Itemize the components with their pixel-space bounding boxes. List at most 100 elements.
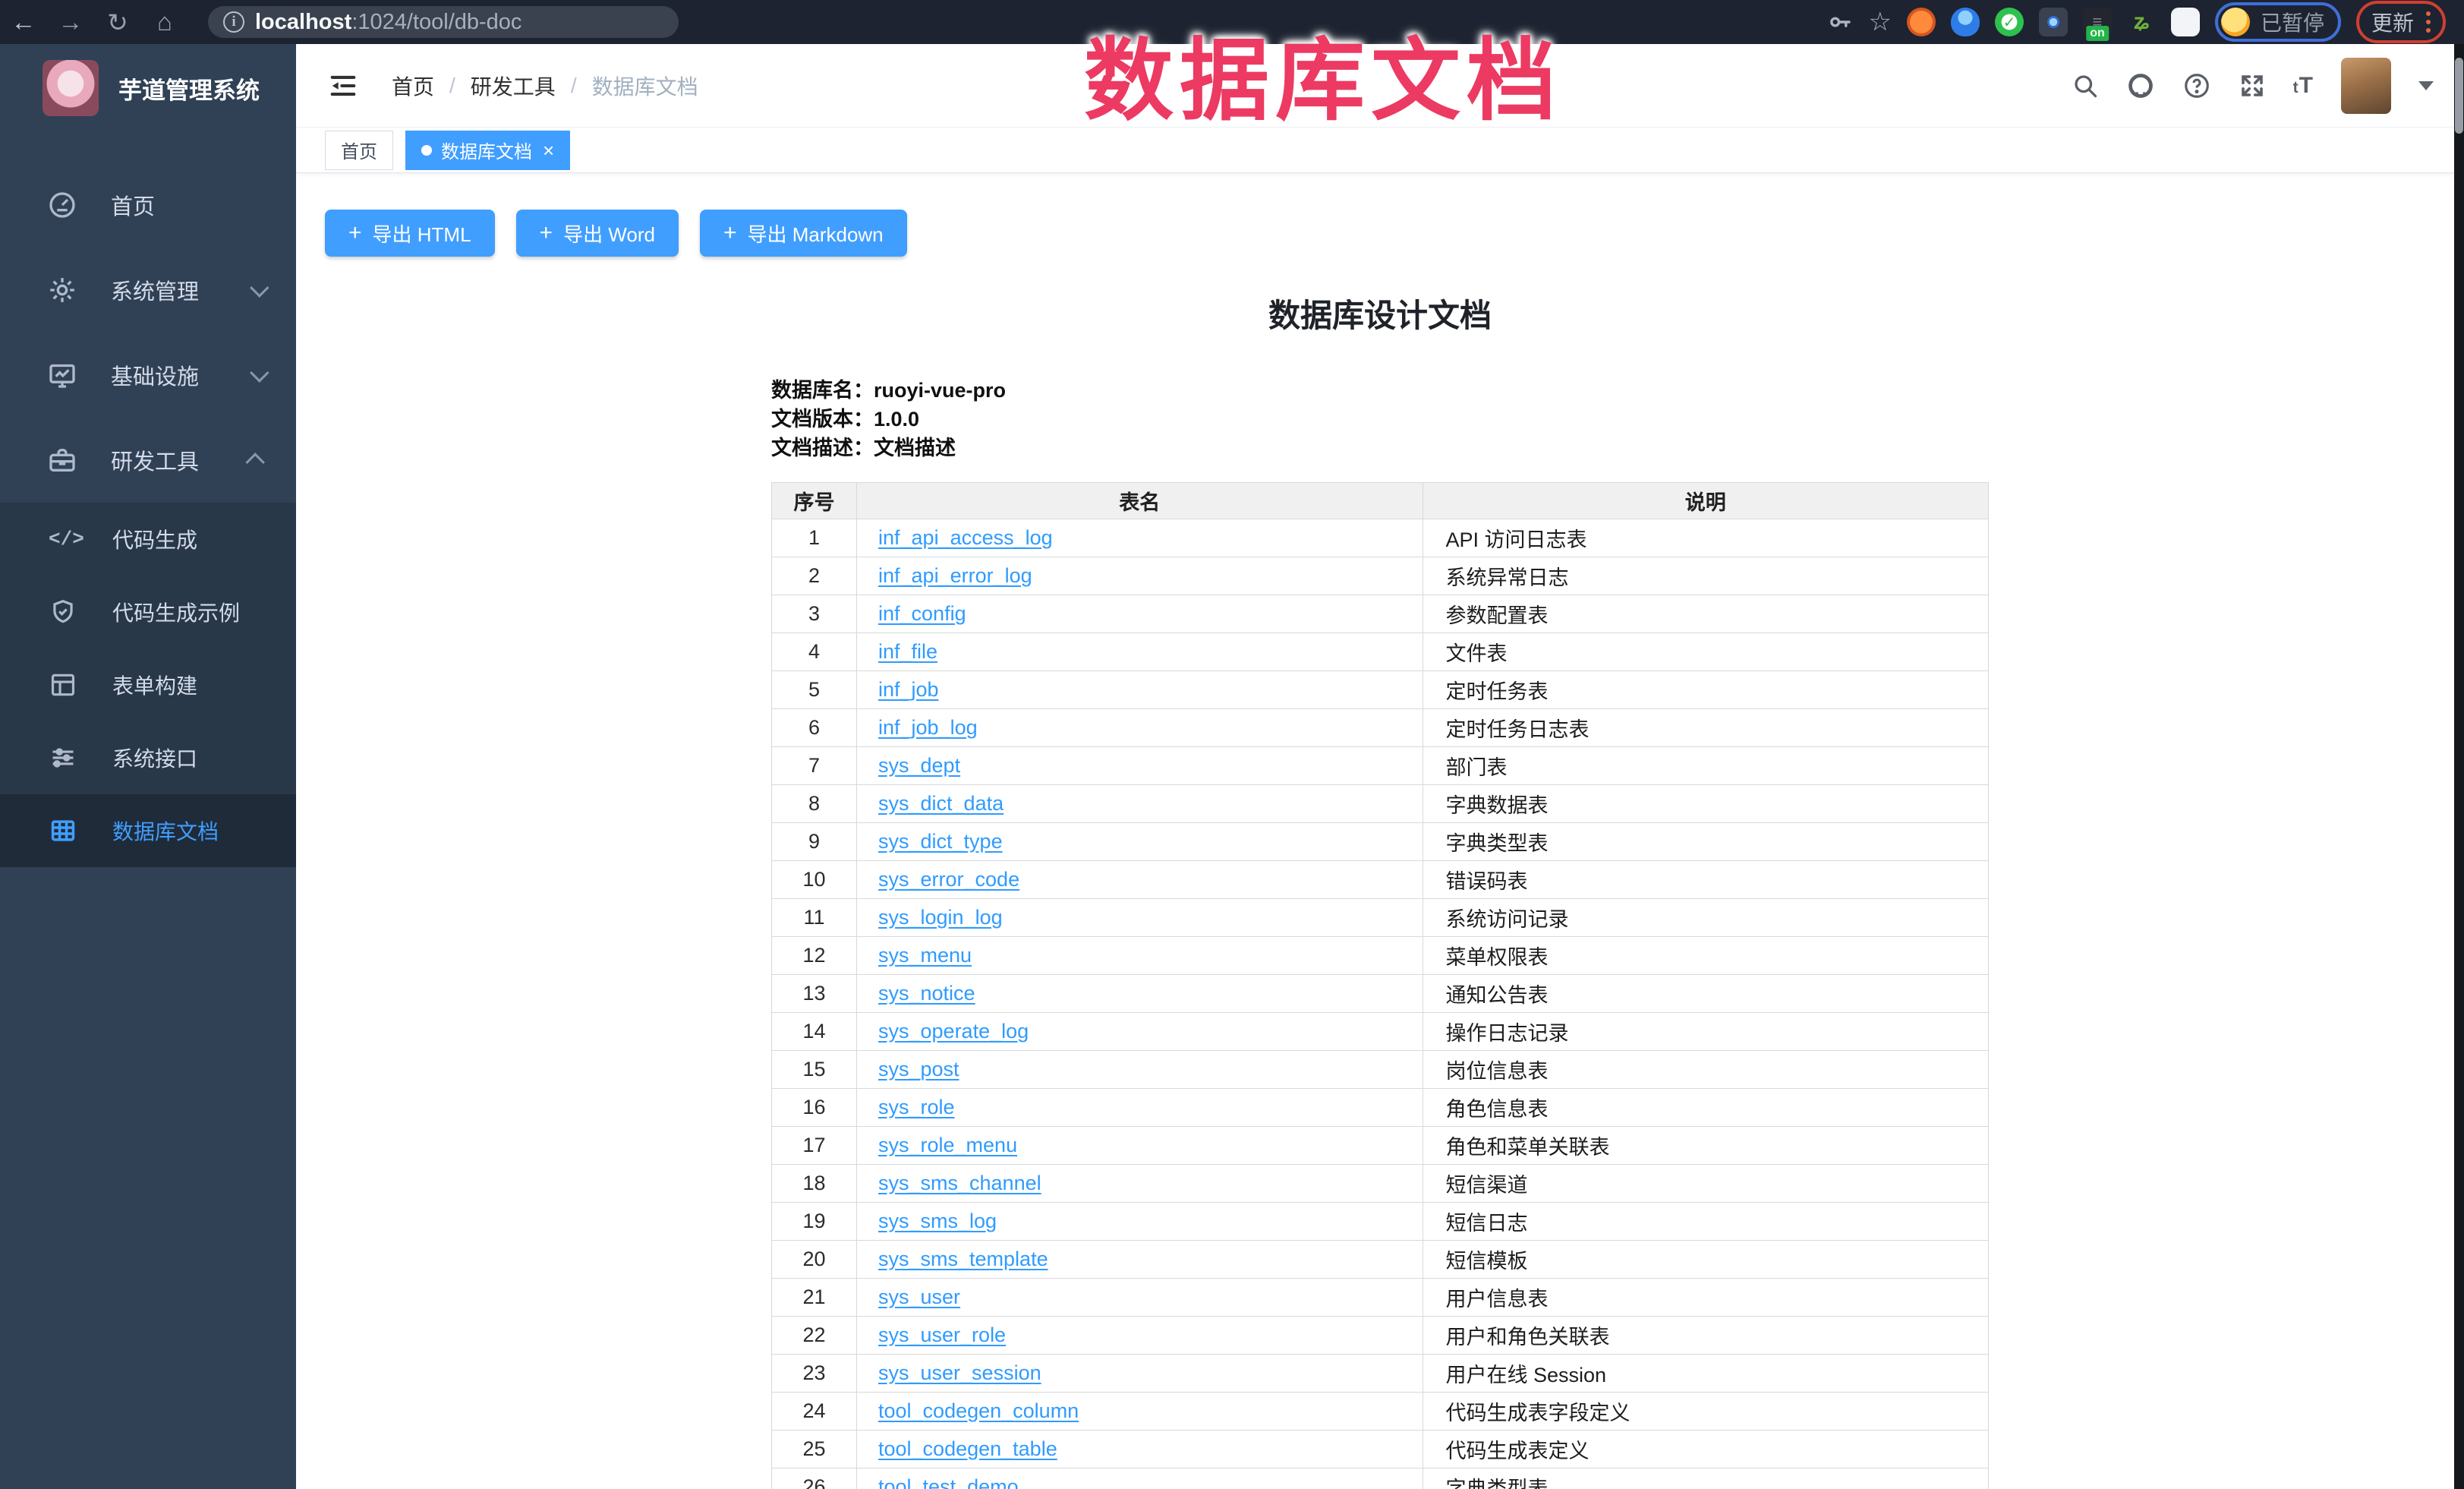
help-icon[interactable] [2182, 71, 2211, 100]
table-name-link[interactable]: inf_file [878, 640, 937, 663]
sidebar-item-devtools[interactable]: 研发工具 [0, 418, 296, 503]
browser-home-icon[interactable]: ⌂ [141, 8, 188, 36]
row-description: 系统访问记录 [1423, 899, 1989, 937]
gear-icon [47, 275, 82, 305]
table-row: 23 sys_user_session 用户在线 Session [772, 1355, 1989, 1393]
row-description: 菜单权限表 [1423, 937, 1989, 975]
extension-icon-list-on[interactable]: ≡ on [2083, 8, 2112, 36]
scrollbar-thumb[interactable] [2455, 58, 2463, 134]
row-index: 18 [772, 1165, 857, 1203]
row-description: 系统异常日志 [1423, 557, 1989, 595]
password-key-icon[interactable] [1827, 9, 1853, 35]
address-bar[interactable]: i localhost:1024/tool/db-doc [208, 6, 679, 38]
table-name-link[interactable]: sys_role_menu [878, 1134, 1017, 1156]
bookmark-star-icon[interactable]: ☆ [1868, 7, 1891, 37]
monitor-icon [47, 360, 82, 390]
header-actions: tT [2072, 58, 2434, 114]
row-index: 17 [772, 1127, 857, 1165]
update-button[interactable]: 更新 [2356, 1, 2446, 43]
table-name-link[interactable]: sys_menu [878, 944, 972, 967]
row-description: 用户信息表 [1423, 1279, 1989, 1317]
browser-reload-icon[interactable]: ↻ [94, 8, 141, 37]
site-info-icon[interactable]: i [223, 11, 244, 33]
row-description: 岗位信息表 [1423, 1051, 1989, 1089]
sidebar-item-home[interactable]: 首页 [0, 162, 296, 248]
table-name-link[interactable]: sys_dict_data [878, 792, 1004, 815]
github-icon[interactable] [2126, 71, 2155, 100]
table-name-link[interactable]: sys_role [878, 1096, 955, 1118]
table-name-link[interactable]: inf_api_error_log [878, 564, 1032, 587]
meta-line-db-name: 数据库名：ruoyi-vue-pro [771, 376, 1989, 405]
table-name-link[interactable]: sys_operate_log [878, 1020, 1029, 1043]
table-name-link[interactable]: sys_sms_channel [878, 1172, 1041, 1194]
page-scrollbar[interactable] [2454, 44, 2464, 1489]
user-avatar[interactable] [2341, 58, 2391, 114]
form-icon [49, 670, 83, 699]
tab-close-icon[interactable]: × [543, 140, 554, 160]
tab-db-doc[interactable]: 数据库文档 × [405, 131, 570, 170]
browser-menu-icon[interactable] [2426, 11, 2431, 33]
tab-home[interactable]: 首页 [325, 131, 393, 170]
table-name-link[interactable]: sys_dict_type [878, 830, 1003, 853]
browser-back-icon[interactable]: ← [0, 8, 47, 36]
row-description: 定时任务表 [1423, 671, 1989, 709]
fullscreen-icon[interactable] [2239, 72, 2266, 99]
table-name-link[interactable]: sys_notice [878, 982, 975, 1005]
breadcrumb-devtools[interactable]: 研发工具 [471, 71, 556, 101]
table-name-link[interactable]: sys_login_log [878, 906, 1003, 929]
table-row: 4 inf_file 文件表 [772, 633, 1989, 671]
extension-icon-orange[interactable] [1907, 8, 1936, 36]
row-index: 1 [772, 519, 857, 557]
extension-icon-grid[interactable] [2039, 8, 2068, 36]
table-name-link[interactable]: inf_job [878, 678, 939, 701]
table-name-link[interactable]: sys_user_session [878, 1361, 1041, 1384]
table-name-link[interactable]: tool_test_demo [878, 1475, 1019, 1489]
row-index: 14 [772, 1013, 857, 1051]
sidebar-item-db-doc[interactable]: 数据库文档 [0, 794, 296, 867]
extension-icon-green-check[interactable]: ✓ [1995, 8, 2024, 36]
smiley-extension-icon[interactable] [2221, 8, 2250, 36]
table-grid-icon [49, 816, 83, 845]
row-index: 10 [772, 861, 857, 899]
table-row: 19 sys_sms_log 短信日志 [772, 1203, 1989, 1241]
table-name-link[interactable]: inf_api_access_log [878, 526, 1053, 549]
table-name-link[interactable]: sys_dept [878, 754, 960, 777]
column-header-index: 序号 [772, 483, 857, 519]
table-name-link[interactable]: inf_config [878, 602, 966, 625]
sidebar-item-infra[interactable]: 基础设施 [0, 333, 296, 418]
sidebar-item-codegen-demo[interactable]: 代码生成示例 [0, 576, 296, 648]
search-icon[interactable] [2072, 72, 2099, 99]
table-name-link[interactable]: tool_codegen_table [878, 1437, 1057, 1460]
sidebar-item-system[interactable]: 系统管理 [0, 248, 296, 333]
extension-icon-blue-drop[interactable] [1951, 8, 1980, 36]
row-description: 角色和菜单关联表 [1423, 1127, 1989, 1165]
breadcrumb-home[interactable]: 首页 [392, 71, 434, 101]
table-name-link[interactable]: sys_sms_log [878, 1210, 997, 1232]
export-markdown-button[interactable]: + 导出 Markdown [700, 210, 907, 257]
table-name-link[interactable]: inf_job_log [878, 716, 978, 739]
table-name-link[interactable]: sys_error_code [878, 868, 1019, 891]
table-name-link[interactable]: sys_user [878, 1286, 960, 1308]
row-index: 15 [772, 1051, 857, 1089]
paused-extension-group[interactable]: 已暂停 [2215, 2, 2341, 42]
screenshot-annotation-text: 数据库文档 [1084, 8, 1562, 137]
table-name-link[interactable]: sys_sms_template [878, 1248, 1048, 1270]
sidebar-fold-icon[interactable] [326, 71, 360, 100]
table-row: 8 sys_dict_data 字典数据表 [772, 785, 1989, 823]
extension-icon-green-z[interactable]: ʑ [2127, 8, 2156, 36]
table-name-link[interactable]: sys_post [878, 1058, 959, 1080]
sidebar-item-form-builder[interactable]: 表单构建 [0, 648, 296, 721]
extension-icon-puzzle[interactable] [2171, 8, 2200, 36]
sidebar-item-api[interactable]: 系统接口 [0, 721, 296, 794]
sidebar-item-codegen[interactable]: </> 代码生成 [0, 503, 296, 576]
row-index: 5 [772, 671, 857, 709]
app-logo-row[interactable]: 芋道管理系统 [0, 44, 296, 132]
browser-forward-icon[interactable]: → [47, 8, 94, 36]
row-index: 22 [772, 1317, 857, 1355]
font-size-icon[interactable]: tT [2293, 73, 2314, 99]
export-word-button[interactable]: + 导出 Word [516, 210, 679, 257]
export-html-button[interactable]: + 导出 HTML [325, 210, 495, 257]
table-name-link[interactable]: sys_user_role [878, 1323, 1006, 1346]
avatar-caret-icon[interactable] [2418, 81, 2434, 90]
table-name-link[interactable]: tool_codegen_column [878, 1399, 1079, 1422]
